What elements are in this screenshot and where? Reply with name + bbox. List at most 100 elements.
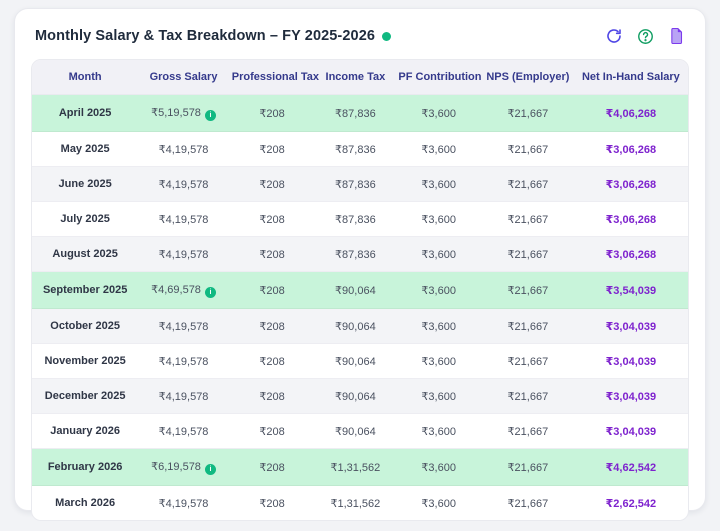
net-cell: ₹4,62,542 [574,449,688,486]
nps_employer-cell: ₹21,667 [482,272,574,309]
pf_contribution-cell: ₹3,600 [395,202,482,237]
column-header-1: Gross Salary [138,60,229,95]
table-row: October 2025₹4,19,578₹208₹90,064₹3,600₹2… [32,309,688,344]
header-actions [605,27,685,45]
help-icon [637,28,654,45]
income_tax-cell: ₹87,836 [315,95,395,132]
column-header-4: PF Contribution [395,60,482,95]
net-cell: ₹3,06,268 [574,237,688,272]
table-row: April 2025₹5,19,578i₹208₹87,836₹3,600₹21… [32,95,688,132]
month-cell: August 2025 [32,237,138,272]
month-cell: September 2025 [32,272,138,309]
pf_contribution-cell: ₹3,600 [395,449,482,486]
professional_tax-cell: ₹208 [229,414,316,449]
gross-cell: ₹4,19,578 [138,344,229,379]
income_tax-cell: ₹90,064 [315,344,395,379]
income_tax-cell: ₹87,836 [315,202,395,237]
month-cell: February 2026 [32,449,138,486]
income_tax-cell: ₹1,31,562 [315,449,395,486]
nps_employer-cell: ₹21,667 [482,309,574,344]
help-button[interactable] [636,27,654,45]
net-cell: ₹3,06,268 [574,202,688,237]
column-header-2: Professional Tax [229,60,316,95]
card-header: Monthly Salary & Tax Breakdown – FY 2025… [31,27,689,59]
column-header-0: Month [32,60,138,95]
net-cell: ₹3,04,039 [574,309,688,344]
income_tax-cell: ₹1,31,562 [315,486,395,521]
live-status-dot [382,32,391,41]
gross-cell: ₹4,19,578 [138,237,229,272]
professional_tax-cell: ₹208 [229,202,316,237]
refresh-icon [606,28,622,44]
month-cell: March 2026 [32,486,138,521]
professional_tax-cell: ₹208 [229,449,316,486]
gross-cell: ₹5,19,578i [138,95,229,132]
salary-table-container: MonthGross SalaryProfessional TaxIncome … [31,59,689,521]
professional_tax-cell: ₹208 [229,309,316,344]
table-row: September 2025₹4,69,578i₹208₹90,064₹3,60… [32,272,688,309]
nps_employer-cell: ₹21,667 [482,486,574,521]
gross-cell: ₹4,19,578 [138,132,229,167]
net-cell: ₹3,06,268 [574,132,688,167]
net-cell: ₹4,06,268 [574,95,688,132]
professional_tax-cell: ₹208 [229,379,316,414]
nps_employer-cell: ₹21,667 [482,344,574,379]
table-row: March 2026₹4,19,578₹208₹1,31,562₹3,600₹2… [32,486,688,521]
professional_tax-cell: ₹208 [229,486,316,521]
nps_employer-cell: ₹21,667 [482,414,574,449]
month-cell: July 2025 [32,202,138,237]
income_tax-cell: ₹90,064 [315,379,395,414]
gross-info-icon[interactable]: i [205,110,216,121]
table-row: November 2025₹4,19,578₹208₹90,064₹3,600₹… [32,344,688,379]
gross-cell: ₹6,19,578i [138,449,229,486]
income_tax-cell: ₹87,836 [315,237,395,272]
net-cell: ₹3,54,039 [574,272,688,309]
professional_tax-cell: ₹208 [229,344,316,379]
table-row: January 2026₹4,19,578₹208₹90,064₹3,600₹2… [32,414,688,449]
table-row: May 2025₹4,19,578₹208₹87,836₹3,600₹21,66… [32,132,688,167]
gross-cell: ₹4,69,578i [138,272,229,309]
nps_employer-cell: ₹21,667 [482,167,574,202]
pf_contribution-cell: ₹3,600 [395,486,482,521]
net-cell: ₹3,04,039 [574,414,688,449]
professional_tax-cell: ₹208 [229,237,316,272]
report-button[interactable] [667,27,685,45]
net-cell: ₹2,62,542 [574,486,688,521]
gross-cell: ₹4,19,578 [138,486,229,521]
pf_contribution-cell: ₹3,600 [395,344,482,379]
table-row: July 2025₹4,19,578₹208₹87,836₹3,600₹21,6… [32,202,688,237]
month-cell: January 2026 [32,414,138,449]
income_tax-cell: ₹90,064 [315,309,395,344]
income_tax-cell: ₹90,064 [315,414,395,449]
pf_contribution-cell: ₹3,600 [395,272,482,309]
table-row: August 2025₹4,19,578₹208₹87,836₹3,600₹21… [32,237,688,272]
nps_employer-cell: ₹21,667 [482,237,574,272]
gross-cell: ₹4,19,578 [138,167,229,202]
pf_contribution-cell: ₹3,600 [395,309,482,344]
month-cell: May 2025 [32,132,138,167]
pf_contribution-cell: ₹3,600 [395,95,482,132]
gross-cell: ₹4,19,578 [138,202,229,237]
table-header-row: MonthGross SalaryProfessional TaxIncome … [32,60,688,95]
gross-cell: ₹4,19,578 [138,379,229,414]
pf_contribution-cell: ₹3,600 [395,237,482,272]
column-header-6: Net In-Hand Salary [574,60,688,95]
professional_tax-cell: ₹208 [229,167,316,202]
nps_employer-cell: ₹21,667 [482,132,574,167]
month-cell: December 2025 [32,379,138,414]
professional_tax-cell: ₹208 [229,272,316,309]
gross-cell: ₹4,19,578 [138,414,229,449]
income_tax-cell: ₹90,064 [315,272,395,309]
professional_tax-cell: ₹208 [229,132,316,167]
refresh-button[interactable] [605,27,623,45]
net-cell: ₹3,04,039 [574,379,688,414]
gross-info-icon[interactable]: i [205,464,216,475]
income_tax-cell: ₹87,836 [315,132,395,167]
pf_contribution-cell: ₹3,600 [395,132,482,167]
net-cell: ₹3,06,268 [574,167,688,202]
page-title: Monthly Salary & Tax Breakdown – FY 2025… [35,28,375,44]
table-row: June 2025₹4,19,578₹208₹87,836₹3,600₹21,6… [32,167,688,202]
gross-info-icon[interactable]: i [205,287,216,298]
nps_employer-cell: ₹21,667 [482,379,574,414]
month-cell: November 2025 [32,344,138,379]
